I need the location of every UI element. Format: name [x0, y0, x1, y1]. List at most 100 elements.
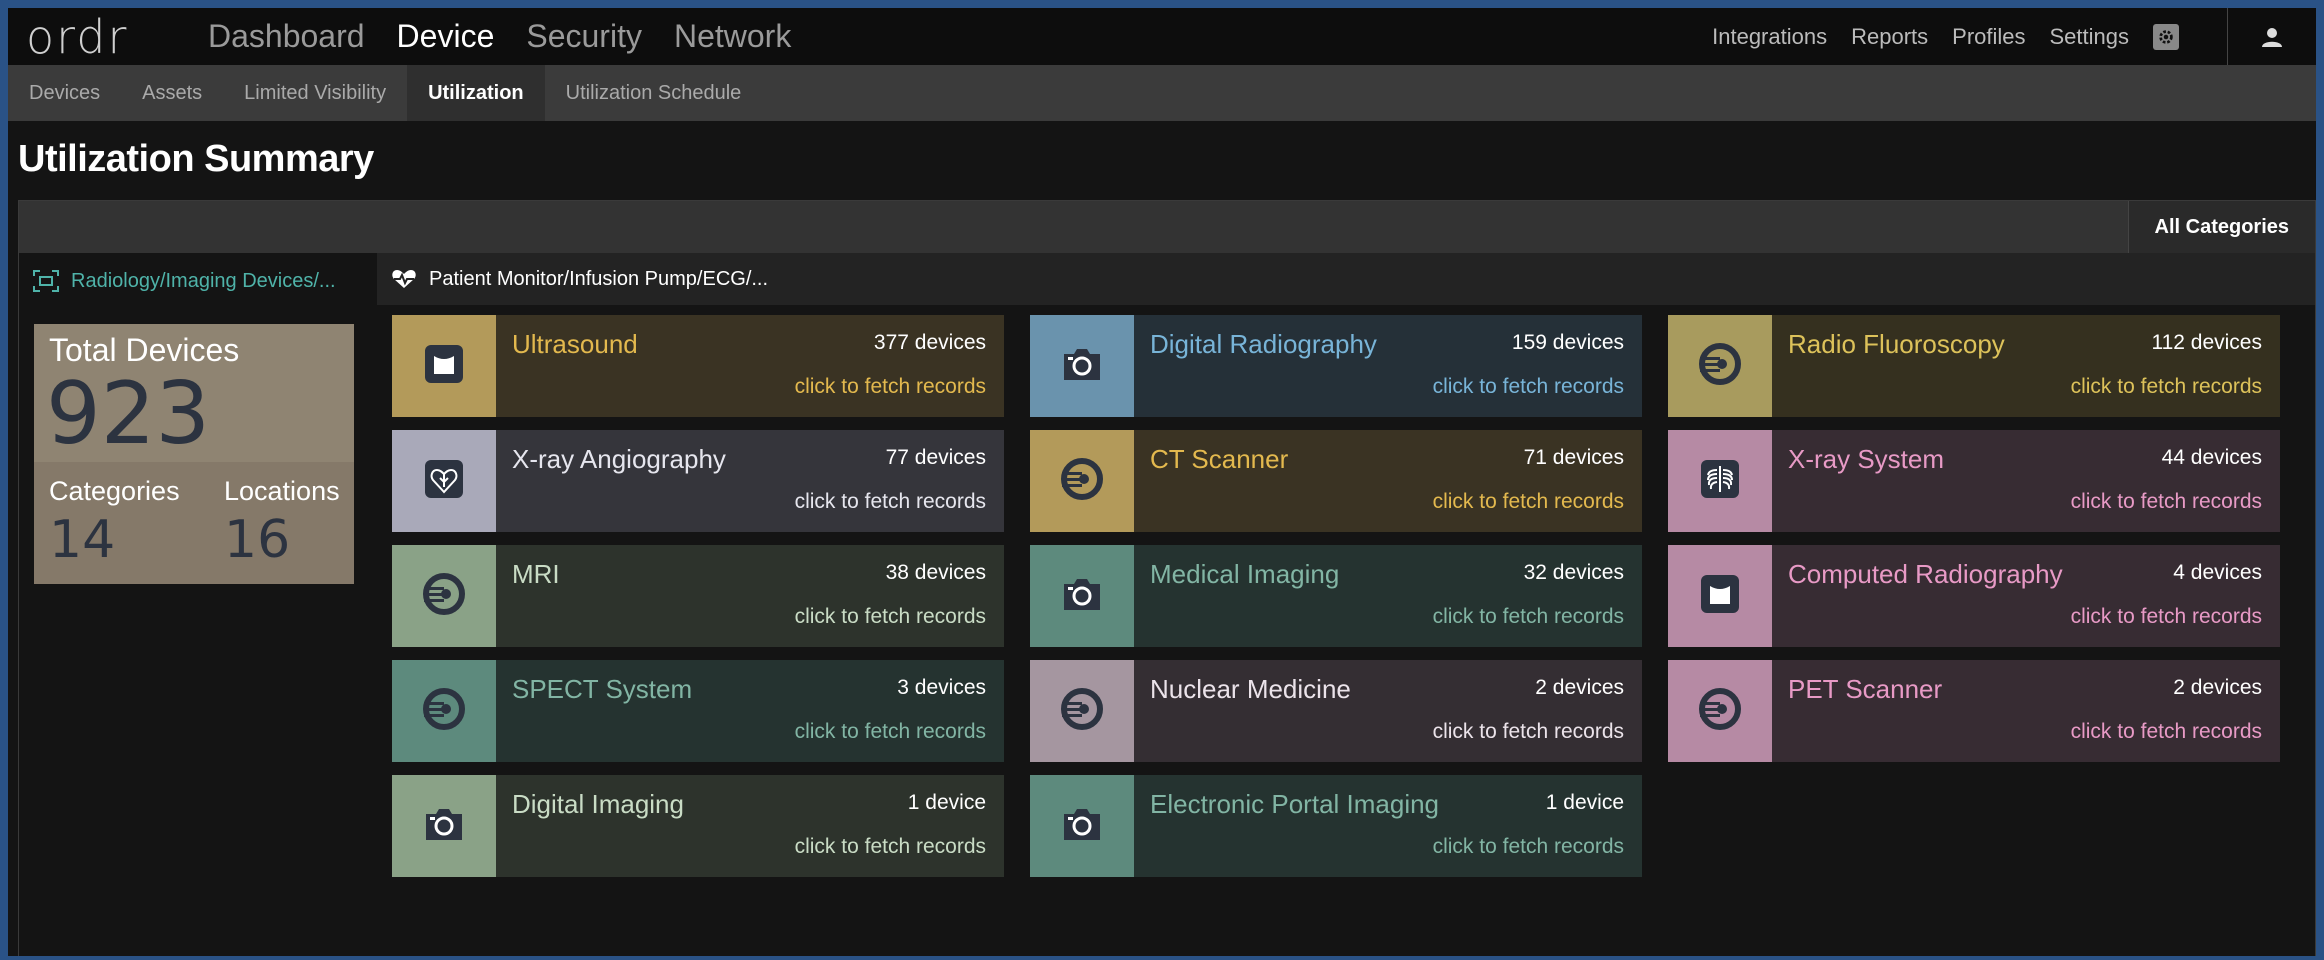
category-icon-box: [1668, 315, 1772, 417]
category-icon-box: [1668, 545, 1772, 647]
category-card-medical-imaging[interactable]: Medical Imaging 32 devices click to fetch …: [1030, 545, 1642, 647]
tab-label: Radiology/Imaging Devices/...: [71, 269, 336, 292]
category-icon-box: [1030, 545, 1134, 647]
scanner-icon: [1060, 687, 1104, 736]
tab-patient-monitor[interactable]: Patient Monitor/Infusion Pump/ECG/...: [377, 253, 825, 305]
category-card-electronic-portal-imaging[interactable]: Electronic Portal Imaging 1 device click t…: [1030, 775, 1642, 877]
category-tabs: Radiology/Imaging Devices/... Patient Mo…: [19, 253, 2315, 307]
nav-reports[interactable]: Reports: [1851, 24, 1928, 50]
category-card-x-ray-system[interactable]: X-ray System 44 devices click to fetch rec…: [1668, 430, 2280, 532]
category-card-nuclear-medicine[interactable]: Nuclear Medicine 2 devices click to fetch …: [1030, 660, 1642, 762]
fetch-records-link[interactable]: click to fetch records: [1433, 605, 1624, 629]
fetch-records-link[interactable]: click to fetch records: [1433, 835, 1624, 859]
category-device-count: 44 devices: [2161, 446, 2262, 469]
category-device-count: 112 devices: [2151, 331, 2262, 354]
fetch-records-link[interactable]: click to fetch records: [1433, 490, 1624, 514]
category-card-spect-system[interactable]: SPECT System 3 devices click to fetch reco…: [392, 660, 1004, 762]
category-name: Nuclear Medicine: [1150, 674, 1351, 704]
category-device-count: 3 devices: [897, 676, 986, 699]
nav-integrations[interactable]: Integrations: [1712, 24, 1827, 50]
category-name: Digital Imaging: [512, 789, 684, 819]
ribcage-icon: [1700, 459, 1740, 504]
scanner-icon: [1698, 687, 1742, 736]
category-card-body: SPECT System 3 devices click to fetch reco…: [496, 660, 1004, 762]
user-icon: [2262, 27, 2282, 47]
fetch-records-link[interactable]: click to fetch records: [2071, 605, 2262, 629]
category-name: SPECT System: [512, 674, 693, 704]
fetch-records-link[interactable]: click to fetch records: [795, 605, 986, 629]
category-card-body: Medical Imaging 32 devices click to fetch …: [1134, 545, 1642, 647]
locations-label: Locations: [224, 476, 340, 506]
category-icon-box: [1030, 430, 1134, 532]
nav-profiles[interactable]: Profiles: [1952, 24, 2025, 50]
category-device-count: 77 devices: [885, 446, 986, 469]
category-device-count: 71 devices: [1523, 446, 1624, 469]
category-icon-box: [1668, 430, 1772, 532]
fetch-records-link[interactable]: click to fetch records: [1433, 720, 1624, 744]
category-card-body: MRI 38 devices click to fetch records: [496, 545, 1004, 647]
category-card-x-ray-angiography[interactable]: X-ray Angiography 77 devices click to fetc…: [392, 430, 1004, 532]
app-logo[interactable]: ordr: [26, 10, 128, 64]
fetch-records-link[interactable]: click to fetch records: [2071, 490, 2262, 514]
locations-value: 16: [224, 510, 291, 570]
category-device-count: 1 device: [907, 791, 986, 814]
fetch-records-link[interactable]: click to fetch records: [795, 375, 986, 399]
category-card-body: Nuclear Medicine 2 devices click to fetch …: [1134, 660, 1642, 762]
heartbeat-icon: [392, 270, 416, 288]
subnav-assets[interactable]: Assets: [121, 65, 223, 121]
page-title: Utilization Summary: [18, 138, 374, 180]
ultrasound-icon: [424, 344, 464, 389]
nav-settings[interactable]: Settings: [2050, 24, 2130, 50]
user-menu-button[interactable]: [2228, 8, 2316, 65]
category-card-radio-fluoroscopy[interactable]: Radio Fluoroscopy 112 devices click to fet…: [1668, 315, 2280, 417]
category-icon-box: [392, 430, 496, 532]
category-name: X-ray Angiography: [512, 444, 726, 474]
category-card-digital-radiography[interactable]: Digital Radiography 159 devices click to f…: [1030, 315, 1642, 417]
category-card-body: Ultrasound 377 devices click to fetch reco…: [496, 315, 1004, 417]
system-settings-button[interactable]: [2153, 23, 2179, 50]
fetch-records-link[interactable]: click to fetch records: [795, 490, 986, 514]
summary-card: Total Devices 923 Categories 14 Location…: [34, 324, 354, 584]
main-nav: Dashboard Device Security Network: [208, 8, 823, 65]
nav-device[interactable]: Device: [397, 18, 495, 55]
fetch-records-link[interactable]: click to fetch records: [2071, 720, 2262, 744]
subnav-devices[interactable]: Devices: [8, 65, 121, 121]
nav-dashboard[interactable]: Dashboard: [208, 18, 365, 55]
category-name: Ultrasound: [512, 329, 638, 359]
category-card-ultrasound[interactable]: Ultrasound 377 devices click to fetch reco…: [392, 315, 1004, 417]
subnav-utilization-schedule[interactable]: Utilization Schedule: [545, 65, 763, 121]
scan-frame-icon: [33, 270, 59, 292]
categories-label: Categories: [49, 476, 180, 506]
fetch-records-link[interactable]: click to fetch records: [1433, 375, 1624, 399]
category-card-computed-radiography[interactable]: Computed Radiography 4 devices click to fe…: [1668, 545, 2280, 647]
category-card-body: CT Scanner 71 devices click to fetch recor…: [1134, 430, 1642, 532]
nav-network[interactable]: Network: [674, 18, 791, 55]
category-card-pet-scanner[interactable]: PET Scanner 2 devices click to fetch recor…: [1668, 660, 2280, 762]
category-card-body: Computed Radiography 4 devices click to fe…: [1772, 545, 2280, 647]
fetch-records-link[interactable]: click to fetch records: [795, 720, 986, 744]
sub-nav: Devices Assets Limited Visibility Utiliz…: [8, 65, 2316, 121]
category-card-digital-imaging[interactable]: Digital Imaging 1 device click to fetch re…: [392, 775, 1004, 877]
category-name: Digital Radiography: [1150, 329, 1377, 359]
subnav-limited-visibility[interactable]: Limited Visibility: [223, 65, 407, 121]
nav-security[interactable]: Security: [526, 18, 642, 55]
tab-radiology-imaging[interactable]: Radiology/Imaging Devices/...: [19, 253, 389, 307]
total-devices-value: 923: [46, 364, 211, 464]
category-device-count: 1 device: [1545, 791, 1624, 814]
scanner-icon: [422, 687, 466, 736]
fetch-records-link[interactable]: click to fetch records: [795, 835, 986, 859]
category-name: Electronic Portal Imaging: [1150, 789, 1440, 819]
category-device-count: 4 devices: [2173, 561, 2262, 584]
category-name: PET Scanner: [1788, 674, 1943, 704]
category-device-count: 377 devices: [873, 331, 986, 354]
category-device-count: 159 devices: [1511, 331, 1624, 354]
category-card-body: Electronic Portal Imaging 1 device click t…: [1134, 775, 1642, 877]
category-device-count: 32 devices: [1523, 561, 1624, 584]
all-categories-button[interactable]: All Categories: [2127, 201, 2315, 253]
category-card-ct-scanner[interactable]: CT Scanner 71 devices click to fetch recor…: [1030, 430, 1642, 532]
camera-icon: [1060, 804, 1104, 849]
subnav-utilization[interactable]: Utilization: [407, 65, 545, 121]
category-card-mri[interactable]: MRI 38 devices click to fetch records: [392, 545, 1004, 647]
fetch-records-link[interactable]: click to fetch records: [2071, 375, 2262, 399]
category-name: CT Scanner: [1150, 444, 1289, 474]
